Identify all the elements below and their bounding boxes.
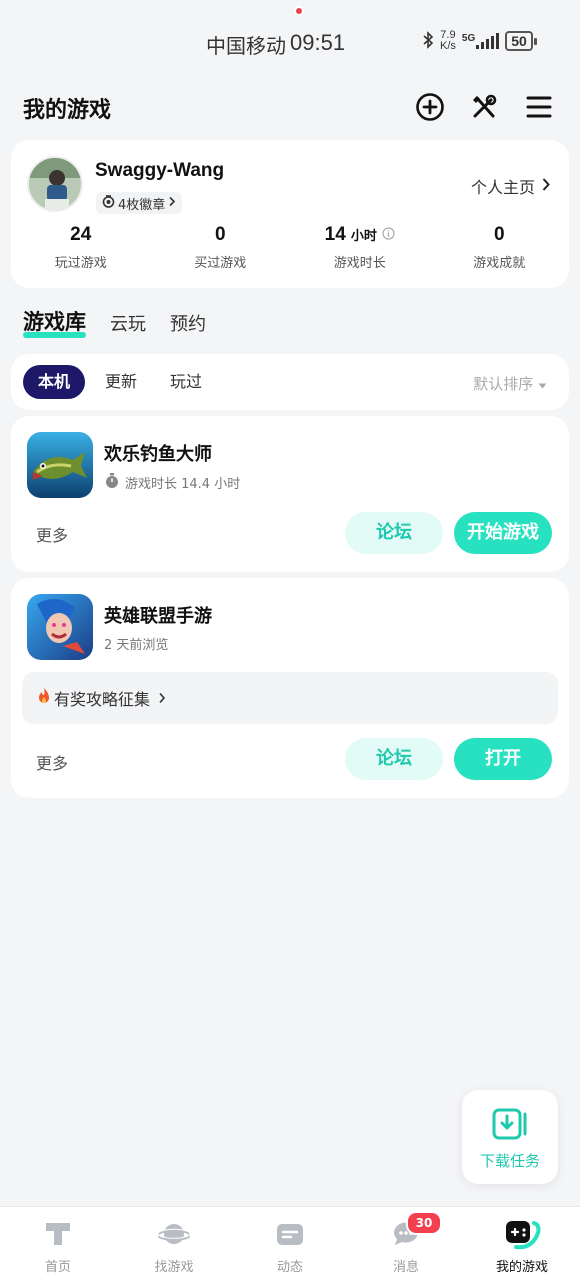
playtime-text: 游戏时长 14.4 小时: [125, 477, 241, 492]
filter-local[interactable]: 本机: [23, 365, 86, 399]
promo-text: 有奖攻略征集: [54, 690, 151, 709]
nav-find-games[interactable]: 找游戏: [116, 1207, 232, 1280]
tools-icon[interactable]: [467, 90, 501, 124]
game-title[interactable]: 欢乐钓鱼大师: [104, 440, 212, 466]
download-icon: [492, 1108, 528, 1144]
add-circle-icon[interactable]: [413, 90, 447, 124]
filter-bar: 本机 更新 玩过 默认排序: [11, 354, 569, 410]
planet-icon: [156, 1219, 192, 1249]
chevron-right-icon: [541, 177, 551, 196]
nav-messages[interactable]: 30 消息: [348, 1207, 464, 1280]
library-tabs: 游戏库 云玩 预约: [23, 306, 206, 338]
sort-label: 默认排序: [473, 375, 534, 393]
page-title: 我的游戏: [23, 98, 112, 123]
status-bar: 中国移动 09:51 7.9 K/s 5G 50: [0, 0, 580, 84]
carrier-label: 中国移动: [206, 34, 286, 58]
feed-icon: [274, 1219, 306, 1249]
nav-label: 首页: [44, 1260, 71, 1275]
stat-value: 0: [214, 224, 226, 245]
stat-played-games[interactable]: 24 玩过游戏: [11, 224, 151, 271]
game-last-viewed: 2 天前浏览: [104, 634, 168, 653]
tab-reservations[interactable]: 预约: [170, 310, 206, 336]
clock: 09:51: [290, 30, 346, 55]
stat-value: 14: [324, 224, 346, 245]
menu-icon[interactable]: [522, 90, 556, 124]
stat-label: 游戏时长: [333, 256, 386, 271]
game-title[interactable]: 英雄联盟手游: [104, 602, 212, 628]
badge-chip[interactable]: 4枚徽章: [96, 192, 183, 214]
game-card: 欢乐钓鱼大师 游戏时长 14.4 小时 更多 论坛 开始游戏: [11, 416, 569, 572]
forum-button[interactable]: 论坛: [345, 738, 443, 780]
download-tasks-button[interactable]: 下载任务: [462, 1090, 558, 1184]
nav-label: 我的游戏: [495, 1260, 548, 1275]
game-card: 英雄联盟手游 2 天前浏览 有奖攻略征集 更多 论坛 打开: [11, 578, 569, 798]
gamepad-icon: [502, 1217, 542, 1251]
profile-card: Swaggy-Wang 4枚徽章 个人主页 24 玩过游戏 0 买过游戏 14 …: [11, 140, 569, 288]
more-link[interactable]: 更多: [36, 750, 68, 774]
stat-label: 玩过游戏: [54, 256, 107, 271]
stat-unit: 小时: [350, 228, 377, 243]
nav-my-games[interactable]: 我的游戏: [464, 1207, 580, 1280]
net-speed: 7.9 K/s: [440, 30, 456, 52]
bottom-nav: 首页 找游戏 动态 30 消息 我的游戏: [0, 6, 580, 1280]
nav-home[interactable]: 首页: [0, 1207, 116, 1280]
filter-played[interactable]: 玩过: [155, 365, 217, 399]
caret-down-icon: [538, 375, 547, 393]
stat-label: 游戏成就: [473, 256, 526, 271]
nav-label: 找游戏: [154, 1260, 194, 1275]
stat-value: 0: [493, 224, 505, 245]
stopwatch-icon: [104, 472, 120, 493]
profile-link-label: 个人主页: [470, 178, 535, 197]
open-game-button[interactable]: 打开: [454, 738, 552, 780]
header: 我的游戏: [0, 88, 580, 128]
sort-dropdown[interactable]: 默认排序: [473, 373, 547, 394]
filter-updates[interactable]: 更新: [90, 365, 152, 399]
nav-label: 动态: [276, 1260, 303, 1275]
start-game-button[interactable]: 开始游戏: [454, 512, 552, 554]
bluetooth-icon: [422, 30, 434, 52]
tab-cloud-play[interactable]: 云玩: [110, 310, 146, 336]
stat-achievements[interactable]: 0 游戏成就: [430, 224, 570, 271]
avatar[interactable]: [27, 156, 83, 212]
status-icons: 7.9 K/s 5G 50: [422, 30, 537, 52]
chevron-right-icon: [158, 689, 166, 708]
home-icon: [42, 1219, 74, 1249]
game-playtime: 游戏时长 14.4 小时: [104, 472, 240, 493]
username: Swaggy-Wang: [95, 160, 225, 181]
stat-bought-games[interactable]: 0 买过游戏: [151, 224, 291, 271]
tab-game-library[interactable]: 游戏库: [23, 306, 86, 338]
notification-dot: [294, 6, 304, 16]
game-icon-lol[interactable]: [27, 594, 93, 660]
stat-label: 买过游戏: [194, 256, 247, 271]
info-icon[interactable]: [382, 224, 395, 246]
medal-icon: [102, 194, 115, 212]
forum-button[interactable]: 论坛: [345, 512, 443, 554]
nav-feed[interactable]: 动态: [232, 6, 348, 1280]
message-count-badge: 30: [406, 1211, 442, 1235]
stat-value: 24: [70, 224, 92, 245]
nav-label: 消息: [392, 1260, 419, 1275]
signal-icon: 5G: [461, 33, 500, 49]
badge-count: 4枚徽章: [118, 197, 166, 213]
stat-play-time[interactable]: 14 小时 游戏时长: [290, 224, 430, 271]
network-type: 5G: [461, 33, 476, 44]
net-speed-unit: K/s: [440, 40, 456, 52]
game-icon-fishing[interactable]: [27, 432, 93, 498]
fire-icon: [36, 687, 52, 709]
more-link[interactable]: 更多: [36, 522, 68, 546]
promo-banner[interactable]: 有奖攻略征集: [22, 672, 558, 724]
profile-homepage-link[interactable]: 个人主页: [471, 174, 551, 198]
chevron-right-icon: [168, 196, 176, 211]
battery-icon: 50: [505, 31, 537, 51]
download-tasks-label: 下载任务: [479, 1152, 540, 1170]
status-carrier-time: 中国移动 09:51: [206, 30, 345, 59]
stats-row: 24 玩过游戏 0 买过游戏 14 小时 游戏时长 0 游戏成就: [11, 224, 569, 271]
last-viewed-text: 2 天前浏览: [104, 638, 169, 653]
